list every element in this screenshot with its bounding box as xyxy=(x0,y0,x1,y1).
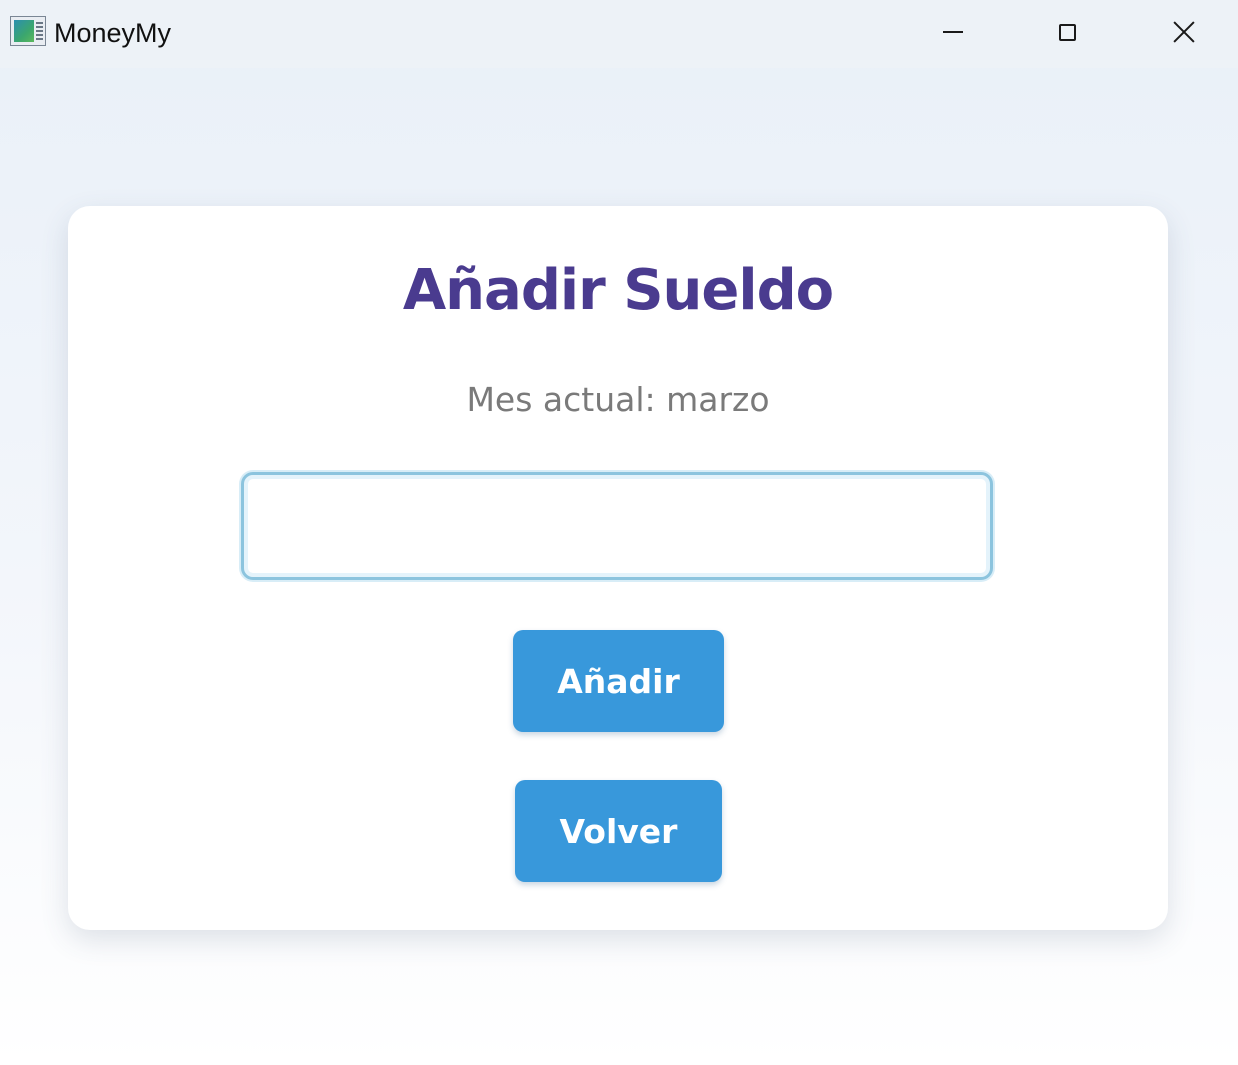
salary-input[interactable] xyxy=(250,481,984,571)
app-chart-icon xyxy=(10,16,46,46)
add-button[interactable]: Añadir xyxy=(513,630,724,732)
page-title: Añadir Sueldo xyxy=(402,258,834,323)
minimize-icon xyxy=(942,31,963,33)
close-icon xyxy=(1173,21,1195,43)
back-button[interactable]: Volver xyxy=(515,780,722,882)
title-bar[interactable]: MoneyMy xyxy=(0,0,1238,68)
maximize-icon xyxy=(1059,23,1076,41)
current-month-label: Mes actual: marzo xyxy=(466,380,770,419)
salary-input-wrapper xyxy=(241,472,993,580)
app-window: MoneyMy Añadir Sueldo Mes actual: marzo … xyxy=(0,0,1238,1065)
salary-card: Añadir Sueldo Mes actual: marzo Añadir V… xyxy=(68,206,1168,930)
minimize-button[interactable] xyxy=(894,0,1011,64)
maximize-button[interactable] xyxy=(1009,0,1126,64)
window-title: MoneyMy xyxy=(54,18,172,48)
close-button[interactable] xyxy=(1125,0,1238,64)
